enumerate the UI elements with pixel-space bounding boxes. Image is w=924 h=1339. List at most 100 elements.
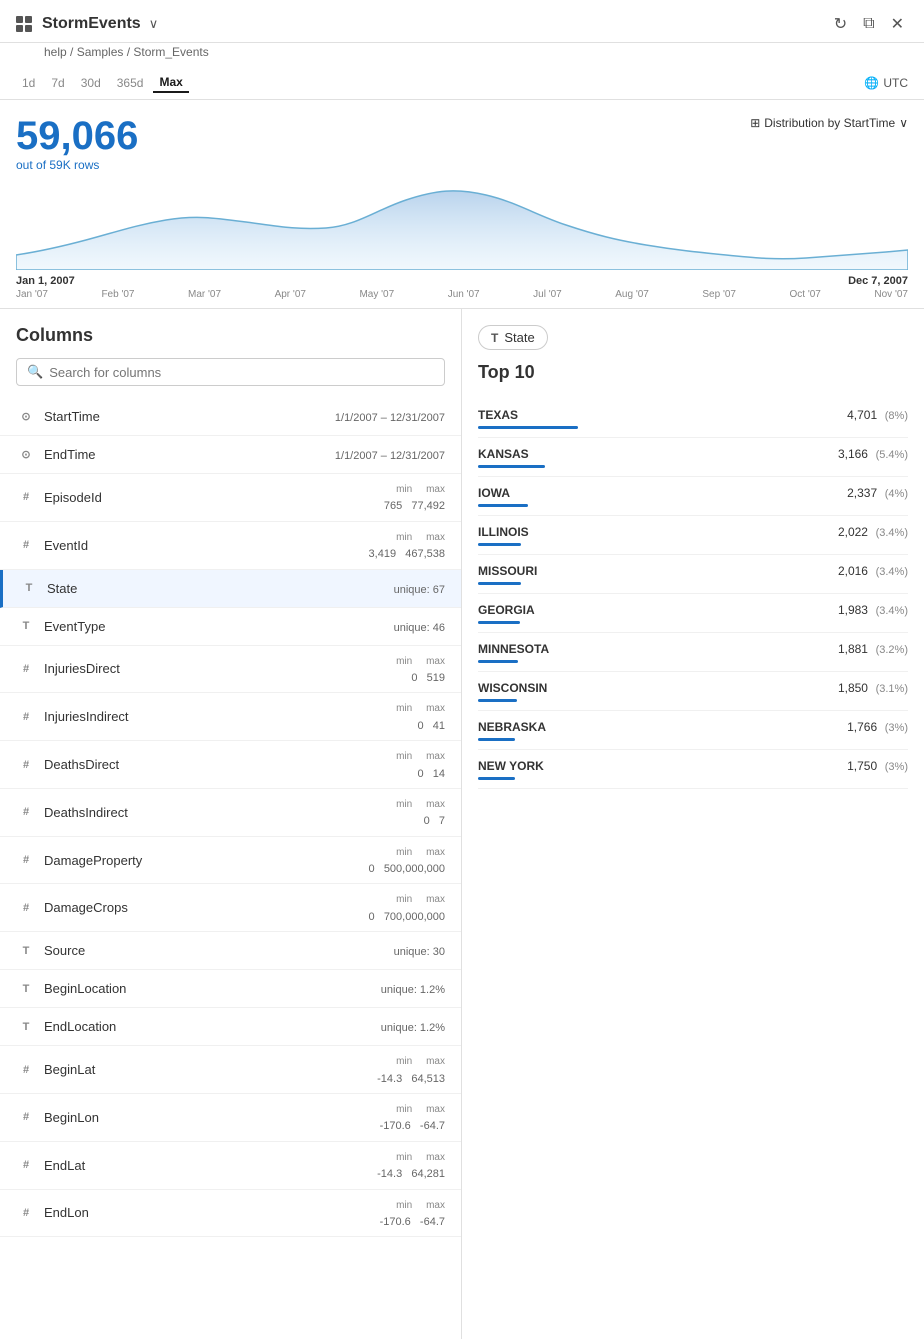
col-value-eventtype: unique: 46 (394, 619, 445, 634)
time-btn-max[interactable]: Max (153, 73, 188, 93)
column-row-source[interactable]: T Source unique: 30 (0, 932, 461, 970)
time-btn-1d[interactable]: 1d (16, 73, 41, 93)
axis-jan: Jan '07 (16, 289, 48, 300)
top10-bar (478, 504, 528, 507)
col-type-icon-endlocation: T (16, 1021, 36, 1033)
column-row-beginlocation[interactable]: T BeginLocation unique: 1.2% (0, 970, 461, 1008)
column-row-endlon[interactable]: # EndLon min max-170.6 -64.7 (0, 1190, 461, 1238)
col-meta-deathsindirect: min max0 7 (396, 798, 445, 827)
column-row-beginlat[interactable]: # BeginLat min max-14.3 64,513 (0, 1046, 461, 1094)
top10-value: 3,166 (838, 447, 868, 461)
top10-value-pct: 3,166 (5.4%) (838, 446, 908, 461)
chart-header: 59,066 out of 59K rows ⊞ Distribution by… (16, 116, 908, 172)
top10-name: GEORGIA (478, 603, 535, 617)
col-name-damageproperty: DamageProperty (44, 853, 369, 868)
close-button[interactable]: ✕ (887, 10, 908, 38)
expand-button[interactable]: ⧉ (859, 11, 878, 37)
column-row-damagecrops[interactable]: # DamageCrops min max0 700,000,000 (0, 884, 461, 932)
top10-value-pct: 2,022 (3.4%) (838, 524, 908, 539)
column-row-endlocation[interactable]: T EndLocation unique: 1.2% (0, 1008, 461, 1046)
search-box[interactable]: 🔍 (16, 358, 445, 386)
col-type-icon-injuriesindirect: # (16, 711, 36, 723)
top10-pct: (3.1%) (876, 683, 908, 695)
chart-svg-container (16, 180, 908, 273)
top10-value: 1,983 (838, 603, 868, 617)
top10-item-wisconsin: WISCONSIN 1,850 (3.1%) (478, 672, 908, 711)
search-input[interactable] (49, 365, 434, 380)
top10-bar (478, 621, 520, 624)
column-row-damageproperty[interactable]: # DamageProperty min max0 500,000,000 (0, 837, 461, 885)
top10-pct: (3%) (885, 761, 908, 773)
top10-pct: (3%) (885, 722, 908, 734)
chart-area: 59,066 out of 59K rows ⊞ Distribution by… (0, 100, 924, 309)
top10-item-missouri: MISSOURI 2,016 (3.4%) (478, 555, 908, 594)
column-row-injuriesindirect[interactable]: # InjuriesIndirect min max0 41 (0, 693, 461, 741)
top10-item-header: KANSAS 3,166 (5.4%) (478, 446, 908, 461)
app-title-dropdown[interactable]: ∨ (149, 16, 159, 32)
column-row-injuriesdirect[interactable]: # InjuriesDirect min max0 519 (0, 646, 461, 694)
axis-apr: Apr '07 (275, 289, 306, 300)
col-name-deathsdirect: DeathsDirect (44, 757, 396, 772)
top10-name: MISSOURI (478, 564, 537, 578)
top10-item-header: GEORGIA 1,983 (3.4%) (478, 602, 908, 617)
col-meta-eventid: min max3,419 467,538 (369, 531, 445, 560)
column-row-deathsdirect[interactable]: # DeathsDirect min max0 14 (0, 741, 461, 789)
column-row-deathsindirect[interactable]: # DeathsIndirect min max0 7 (0, 789, 461, 837)
col-meta-starttime: 1/1/2007 – 12/31/2007 (335, 412, 445, 424)
top10-pct: (5.4%) (876, 449, 908, 461)
breadcrumb: help / Samples / Storm_Events (0, 43, 924, 67)
col-meta-injuriesdirect: min max0 519 (396, 655, 445, 684)
col-value-beginlocation: unique: 1.2% (381, 981, 445, 996)
top10-pct: (4%) (885, 488, 908, 500)
column-row-endlat[interactable]: # EndLat min max-14.3 64,281 (0, 1142, 461, 1190)
utc-button[interactable]: 🌐 UTC (864, 76, 908, 90)
col-name-eventtype: EventType (44, 619, 394, 634)
column-row-eventid[interactable]: # EventId min max3,419 467,538 (0, 522, 461, 570)
right-panel: T State Top 10 TEXAS 4,701 (8%) KANSAS 3… (462, 309, 924, 1339)
col-meta-endtime: 1/1/2007 – 12/31/2007 (335, 450, 445, 462)
col-value-endlat: min max-14.3 64,281 (377, 1148, 445, 1183)
globe-icon: 🌐 (864, 76, 879, 90)
col-type-icon-episodeid: # (16, 491, 36, 503)
col-name-state: State (47, 581, 394, 596)
time-btn-7d[interactable]: 7d (45, 73, 70, 93)
refresh-button[interactable]: ↻ (830, 10, 851, 38)
top10-value: 1,750 (847, 759, 877, 773)
distribution-button[interactable]: ⊞ Distribution by StartTime ∨ (750, 116, 908, 130)
top10-bar (478, 582, 521, 585)
col-value-starttime: 1/1/2007 – 12/31/2007 (335, 409, 445, 424)
col-value-injuriesindirect: min max0 41 (396, 699, 445, 734)
distribution-label: Distribution by StartTime (764, 116, 895, 130)
top10-bar (478, 660, 518, 663)
time-btn-365d[interactable]: 365d (111, 73, 150, 93)
column-row-beginlon[interactable]: # BeginLon min max-170.6 -64.7 (0, 1094, 461, 1142)
columns-list: ⊙ StartTime 1/1/2007 – 12/31/2007 ⊙ EndT… (0, 398, 461, 1323)
time-btn-30d[interactable]: 30d (75, 73, 107, 93)
col-type-icon-damageproperty: # (16, 854, 36, 866)
col-type-icon-beginlocation: T (16, 983, 36, 995)
column-row-endtime[interactable]: ⊙ EndTime 1/1/2007 – 12/31/2007 (0, 436, 461, 474)
column-row-eventtype[interactable]: T EventType unique: 46 (0, 608, 461, 646)
top10-bar (478, 426, 578, 429)
col-type-icon-endtime: ⊙ (16, 448, 36, 461)
column-row-episodeid[interactable]: # EpisodeId min max765 77,492 (0, 474, 461, 522)
top10-value-pct: 2,016 (3.4%) (838, 563, 908, 578)
chart-svg (16, 180, 908, 270)
col-type-icon-eventtype: T (16, 620, 36, 632)
top10-value-pct: 4,701 (8%) (847, 407, 908, 422)
column-row-state[interactable]: T State unique: 67 (0, 570, 461, 608)
column-row-starttime[interactable]: ⊙ StartTime 1/1/2007 – 12/31/2007 (0, 398, 461, 436)
top10-pct: (8%) (885, 410, 908, 422)
col-type-icon-beginlat: # (16, 1064, 36, 1076)
col-value-beginlat: min max-14.3 64,513 (377, 1052, 445, 1087)
col-meta-beginlocation: unique: 1.2% (381, 984, 445, 996)
top10-name: WISCONSIN (478, 681, 547, 695)
axis-may: May '07 (359, 289, 394, 300)
top10-pct: (3.4%) (876, 527, 908, 539)
top10-bar (478, 465, 545, 468)
top10-pct: (3.4%) (876, 605, 908, 617)
state-badge[interactable]: T State (478, 325, 548, 350)
top10-item-header: NEBRASKA 1,766 (3%) (478, 719, 908, 734)
axis-feb: Feb '07 (101, 289, 134, 300)
top10-name: MINNESOTA (478, 642, 549, 656)
